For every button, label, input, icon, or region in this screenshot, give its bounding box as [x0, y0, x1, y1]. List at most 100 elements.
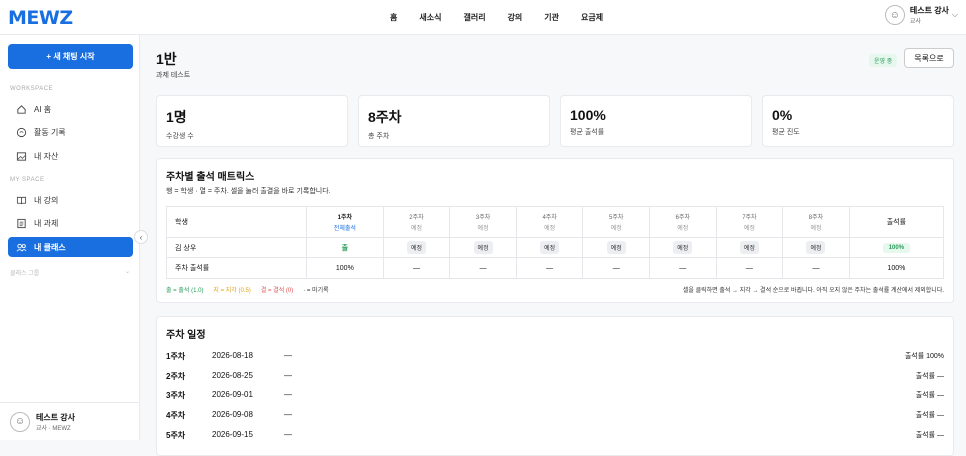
schedule-week: 3주차 — [166, 391, 186, 400]
summary-cell: — — [649, 257, 717, 279]
sidebar-item-label: 내 클래스 — [34, 242, 66, 252]
nav-gallery[interactable]: 갤러리 — [463, 12, 485, 23]
schedule-desc: — — [284, 430, 292, 439]
doc-icon — [17, 218, 26, 228]
nav-news[interactable]: 새소식 — [419, 12, 441, 23]
sidebar-item-my-assignment[interactable]: 내 과제 — [8, 213, 133, 233]
logo[interactable]: MEWZ — [8, 7, 73, 29]
page-subtitle: 과제 테스트 — [156, 72, 191, 79]
col-header-week[interactable]: 3주차 예정 — [449, 206, 517, 238]
attendance-table: 학생 1주차 전체출석 2주차 예정 3주차 예정 4주차 예정 5주차 예정 6주차 예정… — [166, 206, 945, 279]
stat-card-attendance: 100% 평균 출석률 — [560, 95, 752, 147]
schedule-date: 2026-09-01 — [212, 390, 253, 399]
summary-cell: — — [715, 257, 784, 279]
schedule-rate: 출석률 — — [915, 392, 944, 399]
summary-cell: — — [582, 257, 651, 279]
nav-home[interactable]: 홈 — [390, 12, 397, 23]
main-nav: 홈 새소식 갤러리 강의 기관 요금제 — [390, 12, 625, 23]
stat-value: 100% — [570, 107, 606, 123]
schedule-title: 주차 일정 — [166, 330, 206, 341]
attendance-cell[interactable]: 예정 — [515, 237, 584, 258]
matrix-note: 셀을 클릭하면 출석 → 지각 → 결석 순으로 바뀝니다. 아직 오지 않은 … — [682, 288, 944, 294]
schedule-rate: 출석률 — — [915, 432, 944, 439]
myspace-label: MY SPACE — [10, 177, 45, 183]
legend-absent: 결 = 결석 (0) — [260, 288, 294, 294]
schedule-week: 1주차 — [166, 352, 186, 361]
summary-rate: 100% — [848, 257, 945, 279]
attendance-cell[interactable]: 예정 — [649, 237, 717, 258]
user-name: 테스트 강사 — [909, 6, 949, 15]
col-header-week[interactable]: 6주차 예정 — [649, 206, 717, 238]
user-menu[interactable]: ☺ 테스트 강사 교사 ⌵ — [884, 5, 958, 25]
matrix-desc: 행 = 학생 · 열 = 주차. 셀을 눌러 출결을 바로 기록합니다. — [166, 188, 331, 195]
schedule-date: 2026-08-25 — [212, 371, 253, 380]
col-header-week[interactable]: 5주차 예정 — [582, 206, 651, 238]
schedule-week: 5주차 — [166, 431, 186, 440]
sidebar-item-label: 내 과제 — [34, 218, 59, 228]
chevron-down-icon: ⌵ — [951, 10, 958, 19]
attendance-matrix-card: 주차별 출석 매트릭스 행 = 학생 · 열 = 주차. 셀을 눌러 출결을 바… — [156, 158, 954, 303]
sidebar-item-my-class[interactable]: 내 클래스 — [8, 237, 133, 257]
main-content: 1반 과제 테스트 운영 중 목록으로 1명 수강생 수 8주차 총 주차 10… — [141, 35, 966, 456]
legend-present: 출 = 출석 (1.0) — [166, 288, 204, 294]
attendance-cell[interactable]: 출 — [306, 237, 384, 258]
back-to-list-button[interactable]: 목록으로 — [904, 48, 954, 68]
avatar: ☺ — [10, 411, 30, 432]
col-header-week[interactable]: 8주차 예정 — [782, 206, 850, 238]
sidebar-item-my-lecture[interactable]: 내 강의 — [8, 190, 133, 210]
summary-cell: — — [449, 257, 517, 279]
stat-value: 8주차 — [368, 109, 402, 125]
schedule-desc: — — [284, 390, 292, 399]
schedule-date: 2026-08-18 — [212, 351, 253, 360]
legend-late: 지 = 지각 (0.5) — [213, 288, 251, 294]
attendance-cell[interactable]: 예정 — [782, 237, 850, 258]
nav-pricing[interactable]: 요금제 — [581, 12, 603, 23]
stat-label: 평균 출석률 — [570, 129, 605, 136]
attendance-cell[interactable]: 예정 — [582, 237, 651, 258]
sidebar-item-label: AI 홈 — [34, 104, 52, 114]
schedule-desc: — — [284, 371, 292, 380]
user-role: 교사 · MEWZ — [36, 425, 71, 432]
stat-value: 0% — [772, 107, 793, 123]
table-row: 주차 출석률 100% — — — — — — — 100% — [166, 257, 945, 279]
attendance-cell[interactable]: 예정 — [715, 237, 784, 258]
col-header-week[interactable]: 2주차 예정 — [382, 206, 451, 238]
sidebar-item-ai-home[interactable]: AI 홈 — [8, 99, 133, 119]
nav-institution[interactable]: 기관 — [544, 12, 559, 23]
col-header-week[interactable]: 4주차 예정 — [515, 206, 584, 238]
attendance-cell[interactable]: 예정 — [382, 237, 451, 258]
user-name: 테스트 강사 — [36, 412, 76, 422]
sidebar: + 새 채팅 시작 WORKSPACE AI 홈 활동 기록 내 자산 MY S… — [0, 35, 140, 440]
image-icon — [16, 151, 27, 161]
summary-cell: — — [515, 257, 584, 279]
avatar: ☺ — [884, 5, 905, 25]
table-row: 김 상우 출 예정 예정 예정 예정 예정 예정 예정 100% — [166, 237, 945, 258]
col-header-week[interactable]: 1주차 전체출석 — [306, 206, 384, 238]
schedule-desc: — — [284, 410, 292, 419]
nav-lecture[interactable]: 강의 — [508, 12, 523, 23]
sidebar-item-activity[interactable]: 활동 기록 — [8, 122, 133, 142]
student-rate: 100% — [848, 237, 945, 258]
class-group-toggle[interactable]: 클래스 그룹 ⌄ — [10, 268, 130, 277]
legend: 출 = 출석 (1.0) 지 = 지각 (0.5) 결 = 결석 (0) · =… — [166, 285, 339, 294]
chevron-left-icon: ‹ — [139, 232, 143, 242]
collapse-sidebar-button[interactable]: ‹ — [134, 230, 148, 244]
schedule-rate: 출석률 100% — [904, 353, 944, 360]
summary-cell: — — [782, 257, 850, 279]
chat-icon — [16, 127, 27, 137]
chevron-down-icon: ⌄ — [124, 269, 130, 275]
sidebar-item-label: 내 자산 — [34, 151, 59, 161]
sidebar-user[interactable]: ☺ 테스트 강사 교사 · MEWZ — [0, 402, 140, 440]
col-header-rate: 출석률 — [848, 206, 945, 238]
summary-cell: 100% — [306, 257, 384, 279]
sidebar-item-assets[interactable]: 내 자산 — [8, 146, 133, 166]
attendance-cell[interactable]: 예정 — [449, 237, 517, 258]
workspace-label: WORKSPACE — [10, 86, 54, 92]
stat-label: 평균 진도 — [772, 129, 800, 136]
stat-card-weeks: 8주차 총 주차 — [358, 95, 550, 147]
users-icon — [16, 243, 27, 251]
new-chat-button[interactable]: + 새 채팅 시작 — [8, 44, 133, 69]
col-header-week[interactable]: 7주차 예정 — [715, 206, 784, 238]
stat-label: 수강생 수 — [166, 133, 194, 140]
sidebar-item-label: 내 강의 — [34, 195, 59, 205]
